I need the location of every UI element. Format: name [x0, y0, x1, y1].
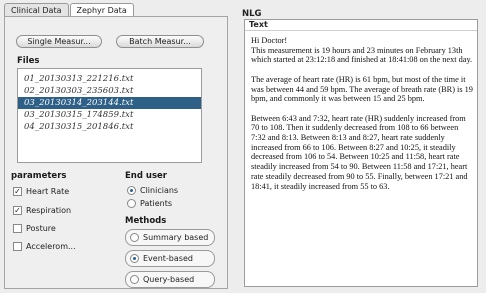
nlg-text-body: Hi Doctor! This measurement is 19 hours …	[245, 31, 477, 191]
query-based-radio[interactable]: Query-based	[125, 271, 215, 288]
tab-bar: Clinical Data Zephyr Data	[4, 3, 135, 17]
event-based-radio[interactable]: Event-based	[125, 250, 215, 267]
file-item[interactable]: 01_20130313_221216.txt	[18, 73, 201, 85]
posture-label: Posture	[26, 223, 56, 233]
radio-selected-icon	[127, 185, 136, 195]
checkbox-checked-icon: ✓	[13, 205, 22, 215]
batch-measurement-button[interactable]: Batch Measur...	[116, 35, 204, 48]
checkbox-unchecked-icon	[13, 241, 22, 251]
file-item[interactable]: 04_20130315_201846.txt	[18, 121, 201, 133]
summary-based-radio[interactable]: Summary based	[125, 229, 215, 246]
patients-label: Patients	[140, 198, 173, 208]
accelerometer-checkbox[interactable]: Accelerom...	[13, 240, 76, 252]
file-item[interactable]: 03_20130315_174859.txt	[18, 109, 201, 121]
nlg-title: NLG	[242, 9, 262, 19]
end-user-label: End user	[125, 171, 167, 181]
summary-based-label: Summary based	[143, 233, 209, 242]
clinicians-radio[interactable]: Clinicians	[127, 183, 178, 197]
single-measurement-button[interactable]: Single Measur...	[16, 35, 102, 48]
nlg-paragraph: The average of heart rate (HR) is 61 bpm…	[251, 74, 473, 104]
nlg-paragraph: Hi Doctor! This measurement is 19 hours …	[251, 36, 473, 65]
text-header: Text	[245, 20, 477, 31]
event-based-label: Event-based	[143, 254, 193, 263]
checkbox-checked-icon: ✓	[13, 186, 22, 196]
zephyr-data-panel: Single Measur... Batch Measur... Files 0…	[4, 16, 228, 289]
methods-label: Methods	[125, 216, 167, 226]
file-item[interactable]: 02_20130303_235603.txt	[18, 85, 201, 97]
files-label: Files	[17, 56, 40, 66]
heart-rate-checkbox[interactable]: ✓ Heart Rate	[13, 185, 69, 197]
radio-unselected-icon	[130, 233, 139, 242]
nlg-paragraph: Between 6:43 and 7:32, heart rate (HR) s…	[251, 113, 468, 191]
parameters-label: parameters	[11, 171, 67, 181]
nlg-text-area[interactable]: Text Hi Doctor! This measurement is 19 h…	[244, 19, 478, 287]
query-based-label: Query-based	[143, 275, 195, 284]
radio-unselected-icon	[127, 198, 136, 208]
respiration-label: Respiration	[26, 205, 72, 215]
checkbox-unchecked-icon	[13, 223, 22, 233]
tab-clinical-data[interactable]: Clinical Data	[4, 3, 69, 17]
posture-checkbox[interactable]: Posture	[13, 222, 56, 234]
respiration-checkbox[interactable]: ✓ Respiration	[13, 204, 71, 216]
tab-zephyr-data[interactable]: Zephyr Data	[69, 3, 134, 17]
clinicians-label: Clinicians	[140, 185, 179, 195]
radio-selected-icon	[130, 254, 139, 263]
file-list[interactable]: 01_20130313_221216.txt 02_20130303_23560…	[17, 68, 202, 163]
patients-radio[interactable]: Patients	[127, 196, 172, 210]
heart-rate-label: Heart Rate	[26, 186, 70, 196]
left-panel: Clinical Data Zephyr Data Single Measur.…	[4, 3, 228, 289]
radio-unselected-icon	[130, 275, 139, 284]
file-item-selected[interactable]: 03_20130314_203144.txt	[18, 97, 201, 109]
accelerometer-label: Accelerom...	[26, 241, 76, 251]
nlg-panel: NLG Text Hi Doctor! This measurement is …	[238, 3, 483, 289]
